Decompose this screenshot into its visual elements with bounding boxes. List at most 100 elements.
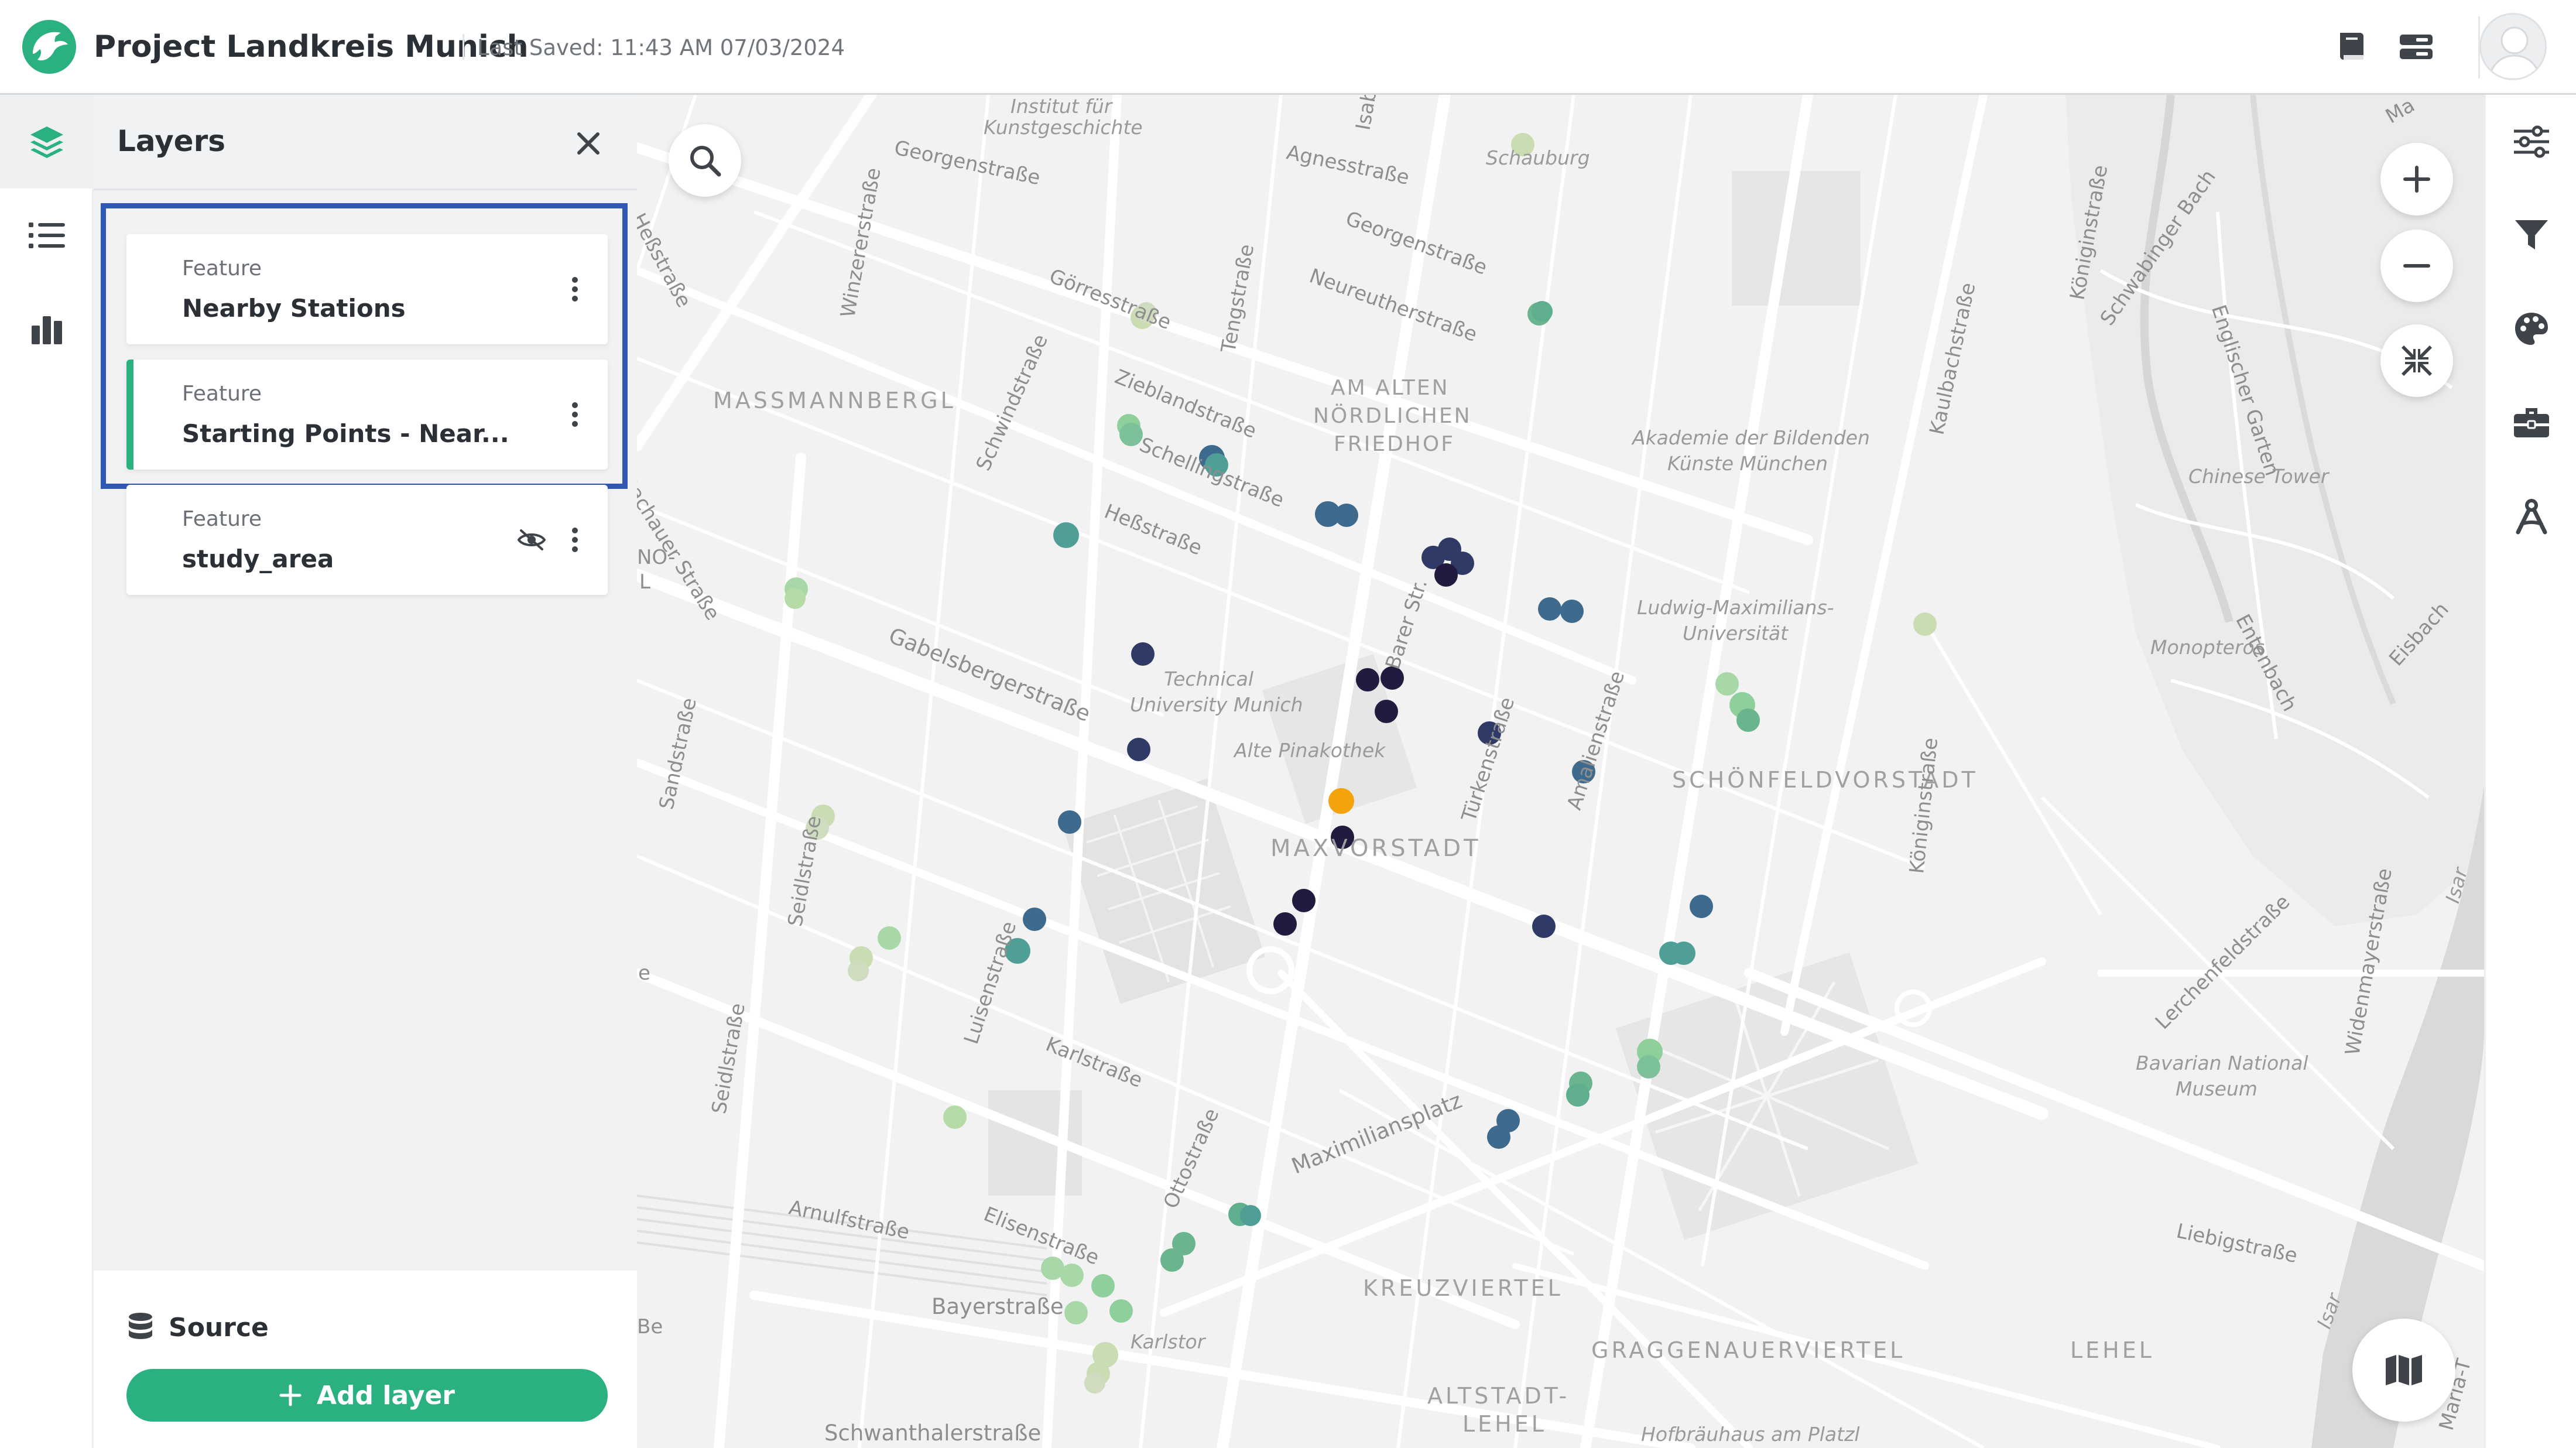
- map-point[interactable]: [1736, 708, 1760, 732]
- logo-icon[interactable]: [20, 18, 78, 76]
- layer-name: Nearby Stations: [182, 294, 406, 323]
- map-label: Künste München: [1667, 452, 1828, 475]
- map-label: University Munich: [1130, 693, 1303, 716]
- panel-title: Layers: [117, 124, 225, 158]
- more-options-icon[interactable]: [563, 272, 587, 307]
- layout-icon[interactable]: [2393, 23, 2440, 70]
- map-point[interactable]: [1273, 912, 1297, 936]
- map-label: Schwanthalerstraße: [824, 1420, 1042, 1446]
- map-point[interactable]: [1532, 915, 1556, 938]
- layer-type-label: Feature: [182, 507, 262, 531]
- map-label: Museum: [2176, 1077, 2258, 1100]
- map-canvas[interactable]: Institut für Kunstgeschichte Georgenstra…: [637, 95, 2484, 1448]
- map-point[interactable]: [1532, 301, 1553, 322]
- map-point[interactable]: [1356, 668, 1379, 692]
- map-point[interactable]: [1566, 1083, 1590, 1107]
- map-point[interactable]: [1538, 597, 1561, 621]
- map-point[interactable]: [1434, 563, 1458, 587]
- layers-icon[interactable]: [0, 95, 94, 189]
- map-point[interactable]: [848, 960, 869, 981]
- map-label: LEHEL: [2070, 1337, 2154, 1363]
- left-sidebar: [0, 95, 94, 1448]
- map-label: Universität: [1683, 622, 1789, 645]
- list-icon[interactable]: [0, 189, 94, 282]
- map-point[interactable]: [1560, 600, 1584, 623]
- map-point[interactable]: [1375, 700, 1398, 723]
- map-point[interactable]: [1637, 1055, 1660, 1079]
- map-point[interactable]: [1109, 1299, 1133, 1323]
- map-point[interactable]: [1058, 810, 1081, 834]
- more-options-icon[interactable]: [563, 522, 587, 557]
- book-icon[interactable]: [2328, 23, 2375, 70]
- toolbox-icon[interactable]: [2491, 382, 2572, 464]
- layer-item-starting-points[interactable]: Feature Starting Points - Near...: [126, 360, 608, 470]
- eye-off-icon[interactable]: [514, 523, 549, 556]
- layer-type-label: Feature: [182, 382, 262, 406]
- map-label: Kunstgeschichte: [984, 116, 1143, 139]
- layer-item-nearby-stations[interactable]: Feature Nearby Stations: [126, 234, 608, 344]
- map-point[interactable]: [1690, 895, 1713, 918]
- layer-type-label: Feature: [182, 256, 262, 280]
- map-point[interactable]: [1335, 504, 1358, 527]
- panel-divider: [94, 189, 637, 190]
- map-label: KREUZVIERTEL: [1363, 1275, 1563, 1301]
- map-label: Technical: [1164, 667, 1254, 690]
- map-label: L: [639, 570, 650, 594]
- close-icon[interactable]: [562, 117, 615, 170]
- map-point[interactable]: [1064, 1301, 1088, 1324]
- plus-icon: [279, 1384, 302, 1406]
- map-point[interactable]: [1160, 1248, 1184, 1272]
- filter-icon[interactable]: [2491, 194, 2572, 276]
- last-saved-status: Last Saved: 11:43 AM 07/03/2024: [477, 35, 845, 60]
- map-point[interactable]: [1131, 642, 1155, 666]
- analysis-icon[interactable]: [2491, 475, 2572, 557]
- map-point[interactable]: [878, 926, 901, 950]
- source-label[interactable]: Source: [169, 1313, 269, 1343]
- fit-bounds-icon[interactable]: [2380, 324, 2453, 397]
- map-label: Akademie der Bildenden: [1632, 426, 1870, 449]
- title-divider: [463, 34, 464, 60]
- search-icon[interactable]: [669, 124, 741, 197]
- map-label: Be: [637, 1315, 663, 1339]
- map-point[interactable]: [785, 588, 806, 609]
- palette-icon[interactable]: [2491, 288, 2572, 370]
- map-point[interactable]: [1091, 1274, 1115, 1298]
- map-point[interactable]: [1292, 889, 1316, 912]
- map-label: AM ALTEN: [1331, 376, 1450, 400]
- layer-name: Starting Points - Near...: [182, 419, 509, 448]
- map-point[interactable]: [1119, 423, 1143, 446]
- zoom-out-icon[interactable]: [2380, 230, 2453, 302]
- app-header: Project Landkreis Munich Last Saved: 11:…: [0, 0, 2576, 95]
- map-point[interactable]: [1060, 1264, 1084, 1287]
- map-point[interactable]: [1240, 1205, 1261, 1226]
- map-point[interactable]: [1053, 522, 1079, 548]
- map-point[interactable]: [943, 1105, 967, 1129]
- map-label: ALTSTADT-: [1427, 1383, 1570, 1409]
- map-label: LEHEL: [1462, 1411, 1547, 1437]
- basemap-icon[interactable]: [2352, 1319, 2455, 1422]
- map-point[interactable]: [1127, 738, 1150, 761]
- right-sidebar: [2484, 95, 2576, 1448]
- map-label: NO-: [637, 546, 676, 569]
- sliders-icon[interactable]: [2491, 101, 2572, 183]
- map-label: MASSMANNBERGL: [713, 388, 956, 413]
- layer-item-study-area[interactable]: Feature study_area: [126, 485, 608, 595]
- map-point[interactable]: [1672, 942, 1695, 965]
- source-section: Source Add layer: [94, 1271, 637, 1448]
- map-label: Alte Pinakothek: [1234, 739, 1386, 762]
- map-point[interactable]: [1487, 1125, 1510, 1149]
- map-label: MAXVORSTADT: [1270, 835, 1481, 862]
- layers-panel: Layers Feature Nearby Stations Feature S…: [94, 95, 637, 1448]
- chart-icon[interactable]: [0, 282, 94, 376]
- map-point[interactable]: [1715, 672, 1739, 696]
- map-label: Bayerstraße: [931, 1294, 1064, 1319]
- map-point[interactable]: [1084, 1372, 1105, 1394]
- map-point[interactable]: [1023, 908, 1046, 931]
- map-point[interactable]: [1913, 612, 1937, 636]
- map-label: Karlstor: [1131, 1330, 1205, 1353]
- map-point[interactable]: [1328, 788, 1354, 814]
- more-options-icon[interactable]: [563, 397, 587, 432]
- avatar[interactable]: [2479, 13, 2547, 80]
- zoom-in-icon[interactable]: [2380, 143, 2453, 215]
- add-layer-button[interactable]: Add layer: [126, 1369, 608, 1422]
